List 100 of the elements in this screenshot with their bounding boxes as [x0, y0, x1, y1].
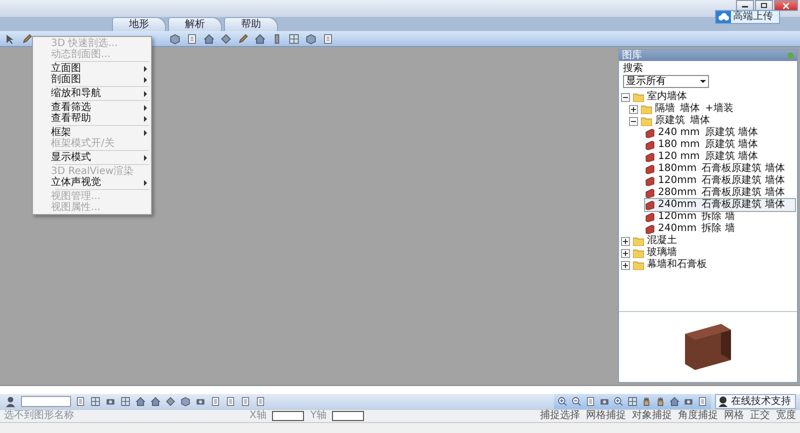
grid-icon[interactable] [288, 32, 300, 44]
page-icon[interactable] [585, 396, 596, 407]
tree-column-text: 墙体 [680, 103, 700, 114]
expander-icon[interactable] [629, 116, 638, 126]
zoom-out-icon[interactable] [571, 396, 582, 407]
tree-item[interactable]: 幕墙和石膏板 [621, 259, 795, 271]
camera-icon[interactable] [683, 396, 694, 407]
ribbon-tab[interactable]: 地形 [112, 17, 166, 31]
tree-column-text: 石膏板原建筑 墙体 [702, 175, 785, 186]
cursor-icon[interactable] [4, 32, 16, 44]
house-icon[interactable] [669, 396, 680, 407]
x-coordinate-field[interactable] [272, 411, 304, 421]
minimize-button[interactable] [736, 0, 754, 11]
tree-label: 原建筑 [655, 115, 685, 127]
minimize-icon [742, 3, 748, 8]
cloud-icon [718, 13, 729, 21]
cube-icon[interactable] [180, 396, 191, 407]
zoom-in-icon[interactable] [557, 396, 568, 407]
page-icon[interactable] [210, 396, 221, 407]
menu-item[interactable]: 查看筛选 [33, 102, 151, 113]
ribbon-tab[interactable]: 解析 [168, 17, 222, 31]
house-icon[interactable] [135, 396, 146, 407]
tree-item[interactable]: 120mm 石膏板原建筑 墙体 [645, 175, 795, 187]
expander-icon[interactable] [621, 260, 630, 270]
folder-icon [633, 92, 644, 102]
x-coordinate-label: X轴 [250, 410, 266, 422]
zoom-in-icon[interactable] [613, 396, 624, 407]
tree-label: 室内墙体 [647, 91, 687, 102]
menu-item[interactable]: 立面图 [33, 63, 151, 74]
tree-label: 180 mm [658, 139, 700, 151]
status-toggle[interactable]: 网格捕捉 [586, 410, 626, 422]
tree-label: 240 mm [658, 127, 700, 139]
folder-icon [633, 248, 644, 258]
upload-button[interactable]: 高端上传 [715, 10, 780, 24]
page-icon[interactable] [240, 396, 251, 407]
tree-item[interactable]: 240mm 石膏板原建筑 墙体 [645, 199, 795, 211]
tree-item[interactable]: 280mm 石膏板原建筑 墙体 [645, 187, 795, 199]
diamond-icon[interactable] [165, 396, 176, 407]
house-icon[interactable] [203, 32, 215, 44]
grid-icon[interactable] [627, 396, 638, 407]
y-coordinate-field[interactable] [332, 411, 364, 421]
folder-icon [633, 236, 644, 246]
tree-item[interactable]: 玻璃墙 [621, 247, 795, 259]
menu-item[interactable]: 显示模式 [33, 152, 151, 163]
house-icon[interactable] [150, 396, 161, 407]
maximize-button[interactable] [755, 0, 773, 11]
menu-item[interactable]: 框架 [33, 127, 151, 138]
menu-item[interactable]: 查看帮助 [33, 113, 151, 124]
ribbon-tab[interactable]: 帮助 [224, 17, 278, 31]
tree-item[interactable]: 原建筑 墙体 [629, 115, 795, 127]
house-icon[interactable] [254, 32, 266, 44]
tree-item[interactable]: 180mm 石膏板原建筑 墙体 [645, 163, 795, 175]
search-label: 搜索 [622, 62, 644, 75]
camera-icon[interactable] [105, 396, 116, 407]
person-icon[interactable] [4, 395, 17, 408]
tree-item[interactable]: 240mm 拆除 墙 [645, 223, 795, 235]
menu-item[interactable]: 立体声视觉 [33, 177, 151, 188]
page-icon[interactable] [225, 396, 236, 407]
person-icon [718, 396, 728, 407]
tree-label: 280mm [658, 187, 697, 199]
page-icon[interactable] [75, 396, 86, 407]
expander-icon[interactable] [621, 92, 630, 102]
layer-field[interactable] [21, 396, 71, 407]
page-icon[interactable] [697, 396, 708, 407]
tree-column-text: 石膏板原建筑 墙体 [702, 199, 785, 210]
tree-item[interactable]: 室内墙体 [621, 91, 795, 103]
status-toggle[interactable]: 角度捕捉 [678, 410, 718, 422]
maximize-icon [761, 3, 767, 8]
y-coordinate-label: Y轴 [310, 410, 326, 422]
menu-item[interactable]: 缩放和导航 [33, 88, 151, 99]
status-toggle[interactable]: 对象捕捉 [632, 410, 672, 422]
page-icon[interactable] [255, 396, 266, 407]
close-icon [783, 2, 789, 8]
menu-item[interactable]: 剖面图 [33, 74, 151, 85]
status-toggle[interactable]: 正交 [750, 410, 770, 422]
filter-dropdown[interactable]: 显示所有 [623, 75, 709, 88]
support-button[interactable]: 在线技术支持 [715, 394, 796, 409]
status-toggle[interactable]: 网格 [724, 410, 744, 422]
expander-icon[interactable] [629, 104, 638, 114]
expander-icon[interactable] [621, 248, 630, 258]
tree-item[interactable]: 240 mm 原建筑 墙体 [645, 127, 795, 139]
tree-column-text: 原建筑 墙体 [704, 127, 758, 138]
tree-item[interactable]: 混凝土 [621, 235, 795, 247]
tree-item[interactable]: 120 mm 原建筑 墙体 [645, 151, 795, 163]
tree-item[interactable]: 隔墙 墙体 +墙装 [629, 103, 795, 115]
page-icon[interactable] [322, 32, 334, 44]
status-toggle[interactable]: 捕捉选择 [540, 410, 580, 422]
status-toggle[interactable]: 宽度 [776, 410, 796, 422]
page-icon[interactable] [186, 32, 198, 44]
tree-column-text: 拆除 墙 [702, 223, 735, 235]
camera-icon[interactable] [599, 396, 610, 407]
camera-icon[interactable] [195, 396, 206, 407]
tree-item[interactable]: 180 mm 原建筑 墙体 [645, 139, 795, 151]
expander-icon[interactable] [621, 236, 630, 246]
tree-label: 120 mm [658, 151, 700, 163]
grid-icon[interactable] [90, 396, 101, 407]
close-button[interactable] [774, 0, 798, 11]
tree-column-text: 原建筑 墙体 [704, 151, 758, 162]
grid-icon[interactable] [120, 396, 131, 407]
object-filter-label: 选不到图形名称 [4, 410, 74, 422]
